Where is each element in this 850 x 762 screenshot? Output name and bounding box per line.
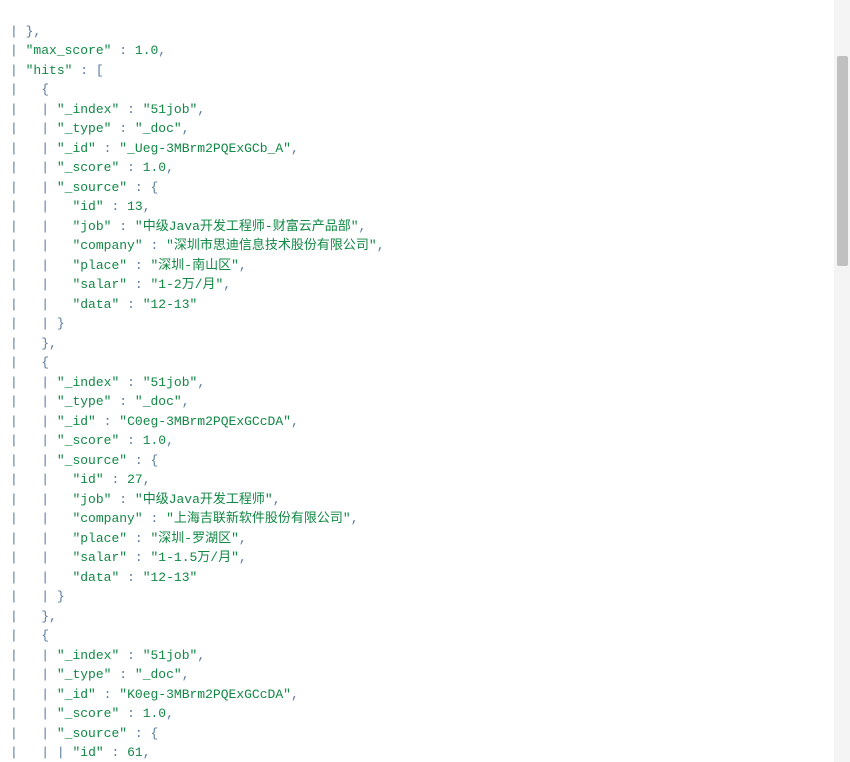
json-string: "_doc": [135, 394, 182, 409]
json-key: "_score": [57, 706, 119, 721]
json-key: "hits": [26, 63, 73, 78]
json-key: "_id": [57, 141, 96, 156]
json-key: "id": [72, 745, 103, 760]
json-string: "51job": [143, 375, 198, 390]
json-key: "salar": [72, 277, 127, 292]
json-key: "_type": [57, 667, 112, 682]
json-key: "_score": [57, 160, 119, 175]
json-key: "job": [72, 492, 111, 507]
json-key: "id": [72, 472, 103, 487]
json-string: "51job": [143, 648, 198, 663]
json-key: "place": [72, 531, 127, 546]
json-string: "12-13": [143, 297, 198, 312]
json-string: "深圳市思迪信息技术股份有限公司": [166, 238, 377, 253]
json-key: "_type": [57, 394, 112, 409]
json-key: "data": [72, 570, 119, 585]
json-key: "_source": [57, 726, 127, 741]
json-number: 1.0: [143, 433, 166, 448]
json-code-area: | }, | "max_score" : 1.0, | "hits" : [ |…: [0, 0, 834, 762]
json-string: "1-2万/月": [150, 277, 223, 292]
json-string: "C0eg-3MBrm2PQExGCcDA": [119, 414, 291, 429]
json-key: "_index": [57, 102, 119, 117]
json-string: "K0eg-3MBrm2PQExGCcDA": [119, 687, 291, 702]
json-string: "_doc": [135, 121, 182, 136]
scrollbar-thumb[interactable]: [837, 56, 848, 266]
json-string: "12-13": [143, 570, 198, 585]
json-string: "_doc": [135, 667, 182, 682]
json-key: "_score": [57, 433, 119, 448]
json-key: "_source": [57, 180, 127, 195]
json-number: 61: [127, 745, 143, 760]
json-string: "深圳-罗湖区": [150, 531, 238, 546]
json-string: "_Ueg-3MBrm2PQExGCb_A": [119, 141, 291, 156]
json-key: "id": [72, 199, 103, 214]
json-key: "_type": [57, 121, 112, 136]
json-string: "深圳-南山区": [150, 258, 238, 273]
json-key: "place": [72, 258, 127, 273]
json-string: "51job": [143, 102, 198, 117]
json-key: "job": [72, 219, 111, 234]
json-key: "company": [72, 238, 142, 253]
code-view-container: | }, | "max_score" : 1.0, | "hits" : [ |…: [0, 0, 850, 762]
json-string: "中级Java开发工程师": [135, 492, 273, 507]
json-key: "data": [72, 297, 119, 312]
json-number: 13: [127, 199, 143, 214]
json-number: 1.0: [135, 43, 158, 58]
json-key: "_id": [57, 414, 96, 429]
json-source: | }, | "max_score" : 1.0, | "hits" : [ |…: [8, 22, 834, 762]
json-number: 27: [127, 472, 143, 487]
json-key: "company": [72, 511, 142, 526]
json-number: 1.0: [143, 160, 166, 175]
json-string: "中级Java开发工程师-财富云产品部": [135, 219, 359, 234]
json-number: 1.0: [143, 706, 166, 721]
json-string: "上海吉联新软件股份有限公司": [166, 511, 351, 526]
json-key: "max_score": [26, 43, 112, 58]
scrollbar[interactable]: [834, 0, 850, 762]
json-key: "_source": [57, 453, 127, 468]
json-key: "_index": [57, 648, 119, 663]
json-string: "1-1.5万/月": [150, 550, 238, 565]
closing-brace: },: [26, 24, 42, 39]
json-key: "salar": [72, 550, 127, 565]
json-key: "_index": [57, 375, 119, 390]
json-key: "_id": [57, 687, 96, 702]
